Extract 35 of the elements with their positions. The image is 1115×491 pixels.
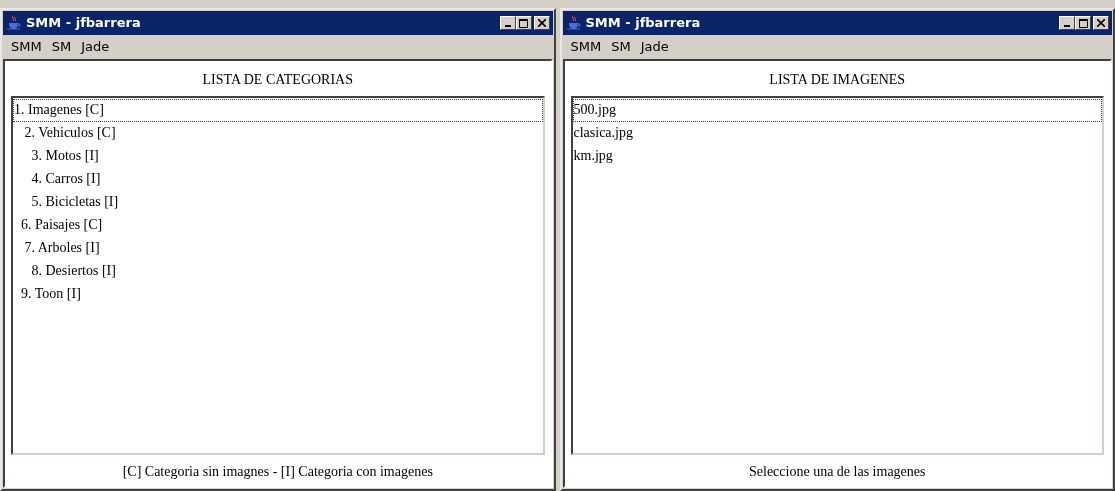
list-item[interactable]: 2. Vehiculos [C] bbox=[13, 122, 543, 145]
list-item[interactable]: 7. Arboles [I] bbox=[13, 237, 543, 260]
list-item[interactable]: 500.jpg bbox=[572, 99, 1102, 122]
list-heading: LISTA DE CATEGORIAS bbox=[201, 71, 355, 89]
list-item[interactable]: 3. Motos [I] bbox=[13, 145, 543, 168]
minimize-button[interactable] bbox=[499, 16, 516, 30]
list-item[interactable]: 8. Desiertos [I] bbox=[13, 260, 543, 283]
close-button[interactable] bbox=[1093, 16, 1109, 30]
list-item[interactable]: clasica.jpg bbox=[572, 122, 1102, 145]
coffee-cup-icon bbox=[565, 15, 582, 31]
menu-item[interactable]: SM bbox=[47, 37, 76, 57]
menu-item[interactable]: SMM bbox=[566, 37, 606, 57]
coffee-cup-icon bbox=[6, 15, 22, 31]
legend-text: Seleccione una de las imagenes bbox=[748, 463, 927, 481]
list-heading: LISTA DE IMAGENES bbox=[768, 71, 907, 89]
menu-item[interactable]: SMM bbox=[7, 37, 46, 57]
window-title: SMM - jfbarrera bbox=[26, 14, 142, 33]
maximize-icon bbox=[519, 18, 528, 28]
close-icon bbox=[1097, 19, 1105, 27]
menu-item[interactable]: SM bbox=[607, 37, 635, 57]
list-item[interactable]: 1. Imagenes [C] bbox=[13, 99, 543, 122]
menu-item[interactable]: Jade bbox=[77, 37, 114, 57]
list-item[interactable]: 5. Bicicletas [I] bbox=[13, 191, 543, 214]
menu-item[interactable]: Jade bbox=[636, 37, 673, 57]
maximize-button[interactable] bbox=[1075, 16, 1091, 30]
list-item[interactable]: km.jpg bbox=[572, 145, 1102, 168]
list-item[interactable]: 6. Paisajes [C] bbox=[13, 214, 543, 237]
maximize-icon bbox=[1078, 18, 1088, 28]
list-item[interactable]: 4. Carros [I] bbox=[13, 168, 543, 191]
list-item[interactable]: 9. Toon [I] bbox=[13, 283, 543, 306]
minimize-button[interactable] bbox=[1059, 16, 1075, 30]
close-button[interactable] bbox=[533, 16, 550, 30]
window-title: SMM - jfbarrera bbox=[585, 14, 702, 33]
legend-text: [C] Categoria sin imagnes - [I] Categoria con imagenes bbox=[121, 463, 434, 481]
close-icon bbox=[537, 19, 546, 27]
